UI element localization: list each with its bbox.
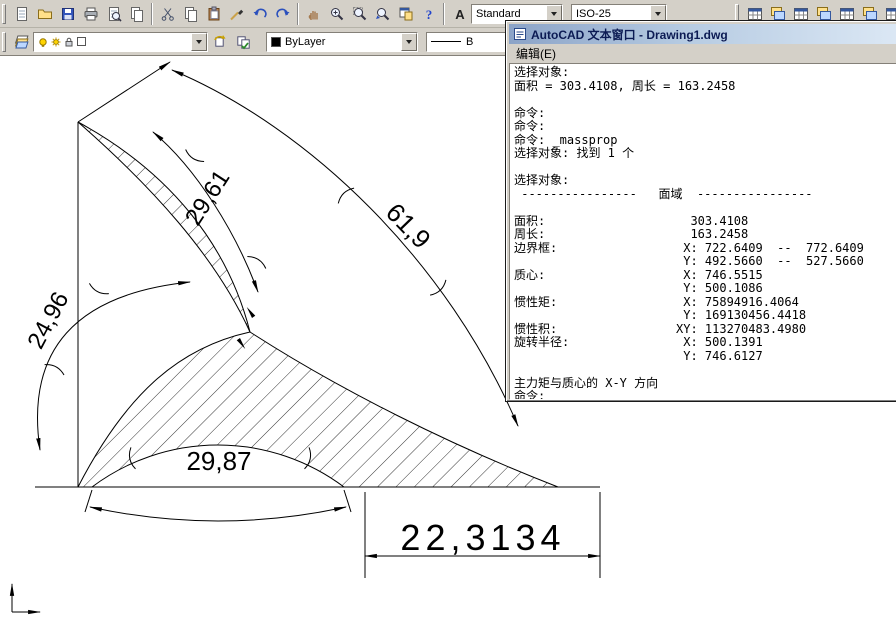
chevron-down-icon — [406, 40, 412, 47]
redo-button[interactable] — [271, 3, 294, 25]
text-line: 边界框: X: 722.6409 -- 772.6409 — [514, 240, 864, 255]
text-window-menubar: 编辑(E) — [509, 44, 896, 63]
save-button[interactable] — [56, 3, 79, 25]
menu-edit[interactable]: 编辑(E) — [509, 44, 563, 63]
ext-line-29-87-left — [84, 489, 93, 513]
text-line — [514, 363, 896, 377]
toolbar-separator — [151, 2, 153, 25]
text-line — [514, 201, 896, 215]
layer-on-icon — [39, 37, 47, 47]
plot-button[interactable] — [79, 3, 102, 25]
text-line: 选择对象: 找到 1 个 — [514, 146, 635, 160]
pan-realtime-button[interactable] — [302, 3, 325, 25]
text-line — [514, 161, 896, 175]
text-style-value: Standard — [476, 7, 521, 20]
combo-dropdown-button[interactable] — [191, 32, 207, 51]
dim-text-22-3134: 22,3134 — [400, 517, 565, 558]
dim-arc-29-87 — [88, 506, 348, 522]
color-combobox[interactable]: ByLayer — [266, 31, 418, 52]
cut-button[interactable] — [156, 3, 179, 25]
layer-previous-button[interactable] — [208, 31, 231, 53]
help-button[interactable]: ? — [417, 3, 440, 25]
layer-color-swatch — [77, 37, 86, 46]
text-line: 命令: — [514, 119, 546, 133]
combo-dropdown-button[interactable] — [401, 32, 417, 51]
toolbar-grip[interactable] — [2, 3, 6, 24]
hatch-sliver — [78, 122, 250, 332]
text-window: AutoCAD 文本窗口 - Drawing1.dwg 编辑(E) 选择对象: 面… — [505, 20, 896, 402]
dim-text-29-61: 29,61 — [180, 165, 235, 230]
shape-curve-inner — [77, 121, 251, 333]
text-window-title: AutoCAD 文本窗口 - Drawing1.dwg — [531, 27, 728, 42]
match-properties-button[interactable] — [225, 3, 248, 25]
text-line: 面积: 303.4108 — [514, 213, 749, 228]
text-line: 命令: — [514, 105, 546, 120]
text-line: Y: 500.1086 — [676, 281, 763, 295]
layer-states-button[interactable] — [231, 31, 254, 53]
text-line: 主力矩与质心的 X-Y 方向 — [514, 375, 659, 390]
properties-button[interactable] — [394, 3, 417, 25]
zoom-window-button[interactable] — [348, 3, 371, 25]
dim-style-value: ISO-25 — [576, 7, 611, 20]
layer-freeze-icon — [51, 36, 61, 47]
text-line: 命令: _massprop — [514, 132, 618, 147]
text-line: 惯性矩: X: 75894916.4064 — [514, 294, 799, 309]
text-style-button[interactable]: A — [448, 3, 471, 25]
text-window-titlebar[interactable]: AutoCAD 文本窗口 - Drawing1.dwg — [509, 24, 896, 44]
text-line: 选择对象: — [514, 65, 570, 79]
ext-line-29-87-right — [343, 489, 352, 513]
text-line: Y: 169130456.4418 — [676, 308, 807, 322]
plot-preview-button[interactable] — [102, 3, 125, 25]
layer-status-icons — [38, 36, 86, 47]
linetype-sample — [431, 41, 461, 42]
help-icon: ? — [425, 7, 432, 22]
toolbar-separator — [443, 2, 445, 25]
dim-text-29-87: 29,87 — [186, 446, 251, 476]
chevron-down-icon — [655, 12, 661, 19]
undo-button[interactable] — [248, 3, 271, 25]
text-line: Y: 746.6127 — [676, 348, 763, 363]
text-line: ---------------- 面域 ---------------- — [514, 186, 813, 201]
copy-button[interactable] — [179, 3, 202, 25]
dim-text-24-96: 24,96 — [22, 288, 74, 354]
text-window-content[interactable]: 选择对象: 面积 = 303.4108, 周长 = 163.2458 命令: 命令: 命… — [509, 63, 896, 400]
zoom-realtime-button[interactable] — [325, 3, 348, 25]
paste-button[interactable] — [202, 3, 225, 25]
toolbar-separator — [297, 2, 299, 25]
zoom-previous-button[interactable] — [371, 3, 394, 25]
color-value: ByLayer — [285, 35, 326, 48]
publish-button[interactable] — [125, 3, 148, 25]
new-drawing-button[interactable] — [10, 3, 33, 25]
chevron-down-icon — [196, 40, 202, 47]
layer-combobox[interactable] — [33, 31, 208, 52]
ucs-icon — [9, 582, 42, 615]
text-line: 旋转半径: X: 500.1391 — [514, 335, 763, 349]
hatch-region — [78, 332, 558, 487]
linetype-value: B — [466, 35, 474, 48]
dim-text-61-9: 61,9 — [380, 197, 437, 254]
layer-properties-button[interactable] — [10, 31, 33, 53]
color-swatch — [271, 36, 281, 47]
text-line: 周长: 163.2458 — [514, 227, 749, 241]
leader-line — [77, 61, 171, 123]
autocad-app: 29,61 61,9 24,96 29,87 22,3134 ? A Stand… — [0, 0, 896, 620]
text-line: 选择对象: — [514, 173, 570, 187]
layer-lock-icon — [65, 37, 73, 46]
text-line — [514, 93, 896, 107]
shape-curve-outer — [77, 121, 251, 333]
text-line: Y: 492.5660 -- 527.5660 — [676, 254, 864, 268]
text-style-icon: A — [455, 7, 465, 22]
text-line: 质心: X: 746.5515 — [514, 267, 763, 282]
toolbar-grip[interactable] — [2, 31, 6, 52]
chevron-down-icon — [551, 12, 557, 19]
open-button[interactable] — [33, 3, 56, 25]
text-line: 惯性积: XY: 113270483.4980 — [514, 321, 807, 336]
text-line: 命令: — [514, 389, 546, 400]
text-window-icon — [514, 28, 526, 40]
text-line: 面积 = 303.4108, 周长 = 163.2458 — [514, 78, 736, 93]
